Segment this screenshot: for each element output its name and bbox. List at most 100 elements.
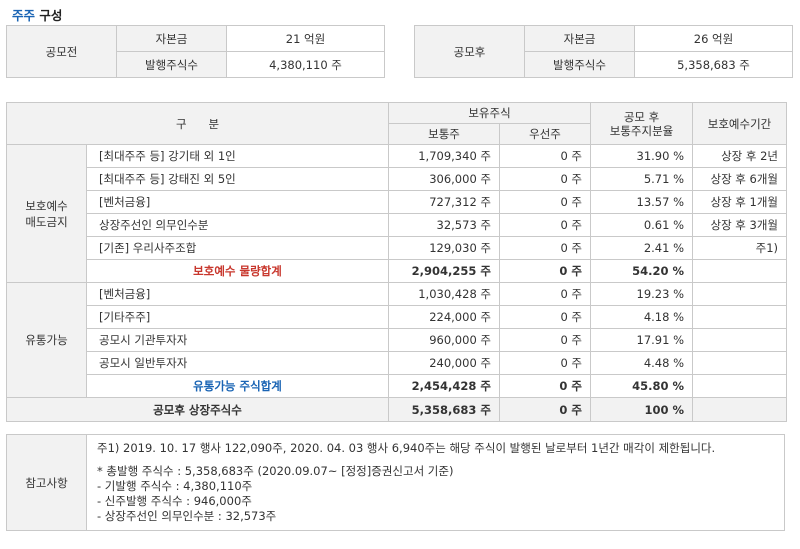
after-shares-value: 5,358,683 주 [634,51,793,78]
row-common: 224,000 주 [388,305,500,329]
notes-label: 참고사항 [6,434,87,531]
row-name: 공모시 기관투자자 [86,328,389,352]
row-lockup: 상장 후 1개월 [692,190,788,214]
row-preferred: 0 주 [498,144,592,168]
row-common: 1,030,428 주 [388,282,500,306]
row-preferred: 0 주 [498,328,592,352]
row-name: [벤처금융] [86,190,389,214]
subtotal-ratio: 54.20 % [590,259,694,283]
after-capital-label: 자본금 [524,25,635,52]
row-name: [기타주주] [86,305,389,329]
row-name: [최대주주 등] 강태진 외 5인 [86,167,389,191]
row-common: 727,312 주 [388,190,500,214]
notes-table: 참고사항 주1) 2019. 10. 17 행사 122,090주, 2020.… [6,434,785,531]
row-lockup [692,351,788,375]
row-name: 공모시 일반투자자 [86,351,389,375]
row-name: [최대주주 등] 강기태 외 1인 [86,144,389,168]
subtotal-lockup [692,374,788,398]
header-common: 보통주 [388,123,500,145]
subtotal-ratio: 45.80 % [590,374,694,398]
subtotal-name: 보호예수 물량합계 [86,259,389,283]
notes-content: 주1) 2019. 10. 17 행사 122,090주, 2020. 04. … [86,434,785,531]
row-preferred: 0 주 [498,236,592,260]
total-lockup [692,397,788,422]
row-lockup [692,282,788,306]
row-ratio: 0.61 % [590,213,694,237]
table-row: 공모시 일반투자자 240,000 주 0 주 4.48 % [7,351,788,375]
row-common: 1,709,340 주 [388,144,500,168]
note-bullet: * 총발행 주식수 : 5,358,683주 (2020.09.07~ [정정]… [97,464,454,478]
shareholder-table: 구 분 보유주식 공모 후 보통주지분율 보호예수기간 보통주 우선주 보호예수… [6,102,788,422]
note-bullet: - 기발행 주식수 : 4,380,110주 [97,479,253,493]
note-bullet: - 신주발행 주식수 : 946,000주 [97,494,252,508]
after-ipo-label: 공모후 [414,25,525,78]
before-capital-label: 자본금 [116,25,227,52]
note-bullet: - 상장주선인 의무인수분 : 32,573주 [97,509,277,523]
total-common: 5,358,683 주 [388,397,500,422]
row-ratio: 4.48 % [590,351,694,375]
group-label-tradable: 유통가능 [6,282,87,398]
subtotal-row-tradable: 유통가능 주식합계 2,454,428 주 0 주 45.80 % [7,374,788,398]
header-preferred: 우선주 [498,123,592,145]
row-lockup: 주1) [692,236,788,260]
row-ratio: 19.23 % [590,282,694,306]
row-ratio: 4.18 % [590,305,694,329]
header-ratio: 공모 후 보통주지분율 [590,102,694,145]
row-common: 306,000 주 [388,167,500,191]
total-row: 공모후 상장주식수 5,358,683 주 0 주 100 % [6,397,788,422]
row-ratio: 13.57 % [590,190,694,214]
total-preferred: 0 주 [498,397,592,422]
row-common: 240,000 주 [388,351,500,375]
row-common: 129,030 주 [388,236,500,260]
row-preferred: 0 주 [498,190,592,214]
table-row: 보호예수 매도금지 [최대주주 등] 강기태 외 1인 1,709,340 주 … [6,144,788,283]
subtotal-common: 2,904,255 주 [388,259,500,283]
table-row: [벤처금융] 727,312 주 0 주 13.57 % 상장 후 1개월 [7,190,788,214]
section-title: 주주 구성 [12,5,62,24]
before-shares-value: 4,380,110 주 [226,51,385,78]
section-title-highlight: 주주 [12,8,36,23]
section-title-rest: 구성 [39,8,63,23]
total-ratio: 100 % [590,397,694,422]
row-ratio: 17.91 % [590,328,694,352]
table-row: 유통가능 [벤처금융] 1,030,428 주 0 주 19.23 % [6,282,788,398]
before-ipo-label: 공모전 [6,25,117,78]
row-lockup: 상장 후 3개월 [692,213,788,237]
row-lockup: 상장 후 2년 [692,144,788,168]
header-holdings: 보유주식 [387,102,592,124]
before-ipo-table: 공모전 자본금 21 억원 발행주식수 4,380,110 주 [6,25,385,78]
row-ratio: 31.90 % [590,144,694,168]
row-lockup: 상장 후 6개월 [692,167,788,191]
row-preferred: 0 주 [498,213,592,237]
row-preferred: 0 주 [498,351,592,375]
before-capital-value: 21 억원 [226,25,385,52]
row-preferred: 0 주 [498,167,592,191]
header-lockup: 보호예수기간 [692,102,788,145]
after-ipo-table: 공모후 자본금 26 억원 발행주식수 5,358,683 주 [414,25,793,78]
after-shares-label: 발행주식수 [524,51,635,78]
table-row: 상장주선인 의무인수분 32,573 주 0 주 0.61 % 상장 후 3개월 [7,213,788,237]
after-capital-value: 26 억원 [634,25,793,52]
row-name: 상장주선인 의무인수분 [86,213,389,237]
header-category: 구 분 [6,102,389,145]
subtotal-preferred: 0 주 [498,259,592,283]
row-preferred: 0 주 [498,305,592,329]
group-label-lockup: 보호예수 매도금지 [6,144,87,283]
total-name: 공모후 상장주식수 [6,397,389,422]
subtotal-name: 유통가능 주식합계 [86,374,389,398]
row-ratio: 2.41 % [590,236,694,260]
row-common: 960,000 주 [388,328,500,352]
subtotal-row-lockup: 보호예수 물량합계 2,904,255 주 0 주 54.20 % [7,259,788,283]
subtotal-common: 2,454,428 주 [388,374,500,398]
subtotal-preferred: 0 주 [498,374,592,398]
table-row: [기타주주] 224,000 주 0 주 4.18 % [7,305,788,329]
row-name: [벤처금융] [86,282,389,306]
row-lockup [692,328,788,352]
table-row: [기존] 우리사주조합 129,030 주 0 주 2.41 % 주1) [7,236,788,260]
table-row: [최대주주 등] 강태진 외 5인 306,000 주 0 주 5.71 % 상… [7,167,788,191]
subtotal-lockup [692,259,788,283]
row-lockup [692,305,788,329]
row-common: 32,573 주 [388,213,500,237]
note-footnote: 주1) 2019. 10. 17 행사 122,090주, 2020. 04. … [97,441,716,455]
row-preferred: 0 주 [498,282,592,306]
